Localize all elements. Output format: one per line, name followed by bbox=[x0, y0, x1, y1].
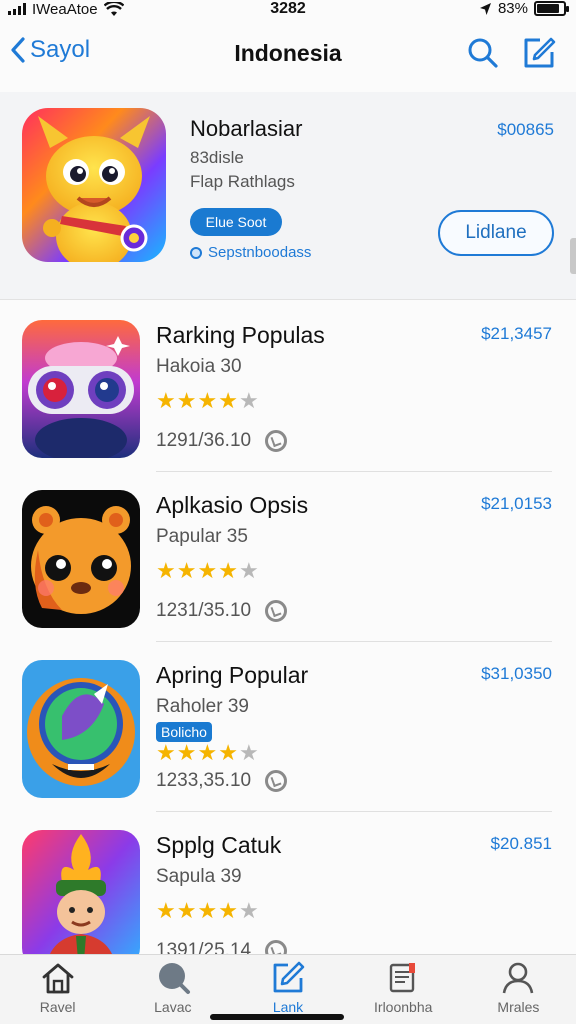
status-right: 83% bbox=[479, 0, 569, 17]
featured-get-button[interactable]: Lidlane bbox=[438, 210, 554, 256]
star-filled-icon: ★ bbox=[176, 558, 197, 583]
tab-label: Ravel bbox=[39, 999, 76, 1015]
tab-ravel[interactable]: Ravel bbox=[0, 955, 115, 1024]
app-icon[interactable] bbox=[22, 660, 140, 798]
list-item[interactable]: Rarking Populas Hakoia 30 ★ ★ ★ ★ ★ 1291/36.… bbox=[0, 302, 576, 472]
home-indicator bbox=[210, 1014, 344, 1020]
tab-irloonbha[interactable]: Irloonbha bbox=[346, 955, 461, 1024]
featured-app-name[interactable]: Nobarlasiar bbox=[190, 116, 303, 142]
app-title[interactable]: Spplg Catuk bbox=[156, 832, 281, 859]
star-filled-icon: ★ bbox=[218, 388, 238, 413]
featured-app-card[interactable]: Nobarlasiar 83disle Flap Rathlags Elue S… bbox=[0, 92, 576, 300]
app-meta-value: 1231/35.10 bbox=[156, 600, 252, 621]
star-rating: ★ ★ ★ ★ ★ bbox=[156, 390, 259, 412]
star-empty-icon: ★ bbox=[238, 388, 259, 413]
edit-icon bbox=[273, 961, 305, 993]
star-empty-icon: ★ bbox=[238, 898, 259, 923]
character-portrait-icon bbox=[22, 830, 140, 968]
star-filled-icon: ★ bbox=[156, 898, 176, 923]
home-icon bbox=[42, 963, 73, 994]
tab-label: Mrales bbox=[497, 999, 540, 1015]
location-arrow-icon bbox=[479, 2, 491, 15]
app-icon[interactable] bbox=[22, 320, 140, 458]
star-filled-icon: ★ bbox=[176, 388, 197, 413]
star-filled-icon: ★ bbox=[197, 898, 218, 923]
info-dot-icon bbox=[190, 246, 202, 259]
battery-level bbox=[537, 4, 559, 13]
star-filled-icon: ★ bbox=[197, 740, 218, 765]
star-rating: ★ ★ ★ ★ ★ bbox=[156, 900, 259, 922]
goggles-creature-icon bbox=[22, 320, 140, 458]
app-subtitle: Papular 35 bbox=[156, 526, 248, 547]
person-icon bbox=[503, 962, 534, 994]
app-title[interactable]: Apring Popular bbox=[156, 662, 308, 689]
search-icon[interactable] bbox=[466, 36, 500, 70]
featured-badge[interactable]: Elue Soot bbox=[190, 208, 282, 236]
star-filled-icon: ★ bbox=[197, 388, 218, 413]
nav-actions bbox=[466, 36, 556, 70]
app-title[interactable]: Rarking Populas bbox=[156, 322, 325, 349]
star-rating: ★ ★ ★ ★ ★ bbox=[156, 742, 259, 764]
battery-percent: 83% bbox=[497, 0, 528, 17]
star-filled-icon: ★ bbox=[218, 740, 238, 765]
app-tag-badge: Bolicho bbox=[156, 722, 212, 742]
app-meta-value: 1233,35.10 bbox=[156, 770, 252, 791]
check-circle-icon bbox=[265, 430, 288, 452]
app-price: $31,0350 bbox=[481, 664, 552, 683]
star-rating: ★ ★ ★ ★ ★ bbox=[156, 560, 259, 582]
star-filled-icon: ★ bbox=[218, 898, 238, 923]
list-item[interactable]: Aplkasio Opsis Papular 35 ★ ★ ★ ★ ★ 1231/35.… bbox=[0, 472, 576, 642]
app-meta: 1233,35.10 bbox=[156, 770, 288, 792]
star-filled-icon: ★ bbox=[156, 740, 176, 765]
app-subtitle: Hakoia 30 bbox=[156, 356, 242, 377]
star-empty-icon: ★ bbox=[238, 558, 259, 583]
app-meta: 1231/35.10 bbox=[156, 600, 288, 622]
star-empty-icon: ★ bbox=[238, 740, 259, 765]
app-icon[interactable] bbox=[22, 830, 140, 968]
featured-app-icon[interactable] bbox=[22, 108, 166, 262]
tab-label: Lank bbox=[272, 999, 304, 1015]
app-price: $21,3457 bbox=[481, 324, 552, 343]
featured-app-category: Flap Rathlags bbox=[190, 172, 295, 191]
app-title[interactable]: Aplkasio Opsis bbox=[156, 492, 308, 519]
dragon-mascot-icon bbox=[22, 108, 166, 262]
star-filled-icon: ★ bbox=[218, 558, 238, 583]
star-filled-icon: ★ bbox=[156, 558, 176, 583]
app-price: $20.851 bbox=[490, 834, 552, 853]
list-item[interactable]: Apring Popular Raholer 39 Bolicho ★ ★ ★ ★ ★ … bbox=[0, 642, 576, 812]
star-filled-icon: ★ bbox=[176, 898, 197, 923]
featured-developer-label: Sepstnboodass bbox=[208, 244, 312, 261]
app-list: Rarking Populas Hakoia 30 ★ ★ ★ ★ ★ 1291/36.… bbox=[0, 302, 576, 982]
battery-icon bbox=[534, 1, 569, 16]
app-subtitle: Sapula 39 bbox=[156, 866, 242, 887]
star-filled-icon: ★ bbox=[156, 388, 176, 413]
document-icon bbox=[390, 963, 416, 993]
star-filled-icon: ★ bbox=[176, 740, 197, 765]
featured-developer-link[interactable]: Sepstnboodass bbox=[190, 244, 311, 261]
tab-label: Lavac bbox=[154, 999, 192, 1015]
lens-face-icon bbox=[22, 660, 140, 798]
navigation-bar: Sayol Indonesia bbox=[0, 28, 576, 80]
scroll-indicator[interactable] bbox=[570, 238, 576, 274]
check-circle-icon bbox=[265, 600, 288, 622]
featured-app-subtitle: 83disle bbox=[190, 148, 244, 167]
check-circle-icon bbox=[265, 770, 288, 792]
featured-price: $00865 bbox=[497, 120, 554, 139]
app-meta-value: 1291/36.10 bbox=[156, 430, 252, 451]
app-price: $21,0153 bbox=[481, 494, 552, 513]
compose-icon[interactable] bbox=[522, 36, 556, 70]
bear-face-icon bbox=[22, 490, 140, 628]
app-icon[interactable] bbox=[22, 490, 140, 628]
app-meta: 1291/36.10 bbox=[156, 430, 288, 452]
tab-label: Irloonbha bbox=[374, 999, 433, 1015]
app-subtitle: Raholer 39 bbox=[156, 696, 249, 717]
star-filled-icon: ★ bbox=[197, 558, 218, 583]
tab-mrales[interactable]: Mrales bbox=[461, 955, 576, 1024]
search-bubble-icon bbox=[158, 963, 190, 994]
status-bar: IWeaAtoe 3282 83% bbox=[0, 0, 576, 22]
